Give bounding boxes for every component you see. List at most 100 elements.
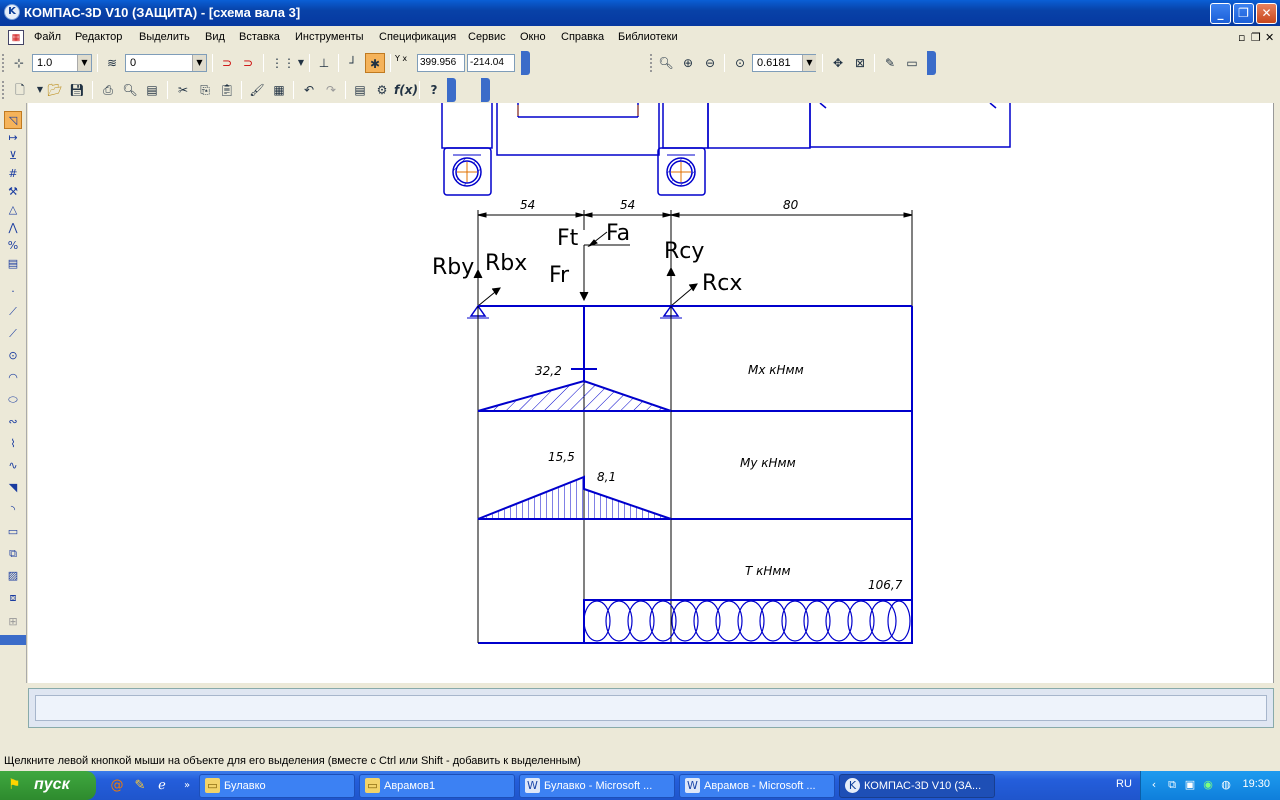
coord-y-field[interactable]: -214.04 [467, 54, 515, 72]
fillet-icon[interactable]: ◝ [4, 501, 22, 519]
layers-icon[interactable]: ≋ [102, 53, 122, 73]
task-kompas[interactable]: K КОМПАС-3D V10 (ЗА... [839, 774, 995, 798]
toolbar-grip[interactable] [650, 54, 653, 72]
toolbar-grip[interactable] [2, 54, 5, 72]
toolbar-overflow-icon[interactable] [927, 51, 936, 75]
quicklaunch-mail-icon[interactable]: @ [108, 777, 126, 795]
tray-antivirus-icon[interactable]: ◉ [1201, 778, 1215, 792]
coord-x-field[interactable]: 399.956 [417, 54, 465, 72]
segment-icon[interactable]: ⟋ [4, 325, 22, 343]
task-bulavko-word[interactable]: W Булавко - Microsoft ... [519, 774, 675, 798]
toolbar-overflow-icon[interactable] [0, 635, 26, 645]
save-icon[interactable]: 💾︎ [67, 80, 87, 100]
drawing-canvas[interactable]: 54 54 80 Ft Fa Fr Rby Rbx Rcy Rcx 32,2 M… [28, 103, 1274, 683]
tray-arrow-icon[interactable]: ‹ [1147, 778, 1161, 792]
grid-dropdown-icon[interactable]: ▼ [291, 53, 311, 73]
select-icon[interactable]: ⋀ [4, 219, 22, 237]
menu-window[interactable]: Окно [520, 31, 546, 43]
cut-icon[interactable]: ✂ [173, 80, 193, 100]
copy-icon[interactable]: ⎘ [195, 80, 215, 100]
spline-icon[interactable]: ∾ [4, 413, 22, 431]
grid-icon[interactable]: ⋮⋮ [271, 53, 295, 73]
quicklaunch-ie-icon[interactable]: ℯ [153, 777, 171, 795]
variables-icon[interactable]: f(x) [394, 80, 418, 100]
open-icon[interactable]: 📂︎ [45, 80, 65, 100]
menu-select[interactable]: Выделить [139, 31, 190, 43]
snap-icon[interactable]: ⊃ [217, 53, 237, 73]
toolbar-grip[interactable] [2, 81, 5, 99]
measure-icon[interactable]: △ [4, 201, 22, 219]
redo-icon[interactable]: ↷ [321, 80, 341, 100]
clock[interactable]: 19:30 [1242, 778, 1270, 790]
menu-help[interactable]: Справка [561, 31, 604, 43]
step-icon[interactable]: ⊹ [9, 53, 29, 73]
pan-icon[interactable]: ✥ [828, 53, 848, 73]
mdi-minimize-icon[interactable]: ▫ [1238, 31, 1245, 44]
zoom-out-icon[interactable]: ⊖ [700, 53, 720, 73]
task-avramov-word[interactable]: W Аврамов - Microsoft ... [679, 774, 835, 798]
task-avramov-folder[interactable]: ▭ Аврамов1 [359, 774, 515, 798]
print-icon[interactable]: ⎙ [98, 80, 118, 100]
tray-monitor-icon[interactable]: ▣ [1183, 778, 1197, 792]
manager-icon[interactable]: ▤ [350, 80, 370, 100]
tray-speaker-icon[interactable]: ◍ [1219, 778, 1233, 792]
hatch-icon[interactable]: ▨ [4, 567, 22, 585]
menu-view[interactable]: Вид [205, 31, 225, 43]
symbols-icon[interactable]: ⊻ [4, 147, 22, 165]
zoom-window-icon[interactable]: 🔍︎ [656, 53, 676, 73]
collect-contour-icon[interactable]: ⊞ [4, 613, 22, 631]
arc-icon[interactable]: ◠ [4, 369, 22, 387]
start-button[interactable]: ⚑ пуск [0, 771, 96, 800]
quicklaunch-more-icon[interactable]: » [178, 777, 196, 795]
menu-insert[interactable]: Вставка [239, 31, 280, 43]
show-all-icon[interactable]: ⊠ [850, 53, 870, 73]
step-dropdown-icon[interactable]: ▼ [77, 55, 91, 71]
help-pointer-icon[interactable]: ? [424, 80, 444, 100]
round-icon[interactable]: ✱ [365, 53, 385, 73]
task-bulavko-folder[interactable]: ▭ Булавко [199, 774, 355, 798]
bezier-icon[interactable]: ∿ [4, 457, 22, 475]
circle-icon[interactable]: ⊙ [4, 347, 22, 365]
contour-icon[interactable]: ⧉ [4, 545, 22, 563]
undo-icon[interactable]: ↶ [299, 80, 319, 100]
mdi-close-icon[interactable]: ✕ [1265, 31, 1274, 44]
refresh-icon[interactable]: ✎ [880, 53, 900, 73]
menu-tools[interactable]: Инструменты [295, 31, 364, 43]
menu-specification[interactable]: Спецификация [379, 31, 456, 43]
toolbar-overflow-icon[interactable] [481, 78, 490, 102]
rectangle-icon[interactable]: ▭ [4, 523, 22, 541]
point-icon[interactable]: · [4, 283, 22, 301]
spec-icon[interactable]: % [4, 237, 22, 255]
parametrization-icon[interactable]: ⚒ [4, 183, 22, 201]
print-preview-icon[interactable]: 🔍︎ [120, 80, 140, 100]
zoom-dropdown-icon[interactable]: ▼ [802, 55, 816, 71]
local-snap-icon[interactable]: ⊃ [238, 53, 258, 73]
display-icon[interactable]: ▭ [902, 53, 922, 73]
toolbar-overflow-icon[interactable] [447, 78, 456, 102]
minimize-button[interactable]: _ [1210, 3, 1231, 24]
layer-dropdown-icon[interactable]: ▼ [192, 55, 206, 71]
reports-icon[interactable]: ▤ [4, 255, 22, 273]
menu-edit[interactable]: Редактор [75, 31, 122, 43]
title-bar[interactable]: K КОМПАС-3D V10 (ЗАЩИТА) - [схема вала 3… [0, 0, 1280, 26]
aux-line-icon[interactable]: ⟋ [4, 303, 22, 321]
format-brush-icon[interactable]: 🖌︎ [247, 80, 267, 100]
restore-button[interactable]: ❐ [1233, 3, 1254, 24]
close-button[interactable]: ✕ [1256, 3, 1277, 24]
dimensions-icon[interactable]: ↦ [4, 129, 22, 147]
chamfer-icon[interactable]: ◥ [4, 479, 22, 497]
toolbar-overflow-icon[interactable] [521, 51, 530, 75]
language-indicator[interactable]: RU [1116, 778, 1132, 790]
document-icon[interactable]: ▦ [8, 30, 24, 45]
report-icon[interactable]: ▦ [269, 80, 289, 100]
ortho-icon[interactable]: ┘ [343, 53, 363, 73]
new-document-icon[interactable]: 🗋︎ [10, 80, 30, 100]
properties-icon[interactable]: ▤ [142, 80, 162, 100]
mdi-restore-icon[interactable]: ❐ [1251, 31, 1261, 44]
menu-libraries[interactable]: Библиотеки [618, 31, 678, 43]
ellipse-icon[interactable]: ⬭ [4, 391, 22, 409]
menu-service[interactable]: Сервис [468, 31, 506, 43]
polyline-icon[interactable]: ⌇ [4, 435, 22, 453]
tray-network-icon[interactable]: ⧉ [1165, 778, 1179, 792]
equidistant-icon[interactable]: ⧈ [4, 589, 22, 607]
